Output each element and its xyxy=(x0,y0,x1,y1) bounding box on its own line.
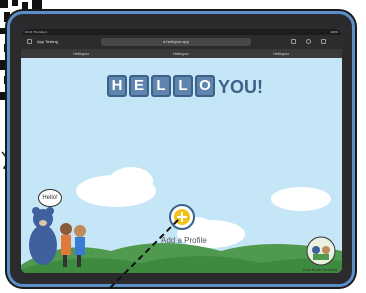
bear-and-kids-illustration xyxy=(29,207,86,267)
reading-sticker xyxy=(306,236,336,266)
sticker-caption: Kids Book Reading xyxy=(303,267,338,272)
speech-bubble: Hello! xyxy=(38,189,62,207)
pointer-dashed-line xyxy=(107,219,179,291)
